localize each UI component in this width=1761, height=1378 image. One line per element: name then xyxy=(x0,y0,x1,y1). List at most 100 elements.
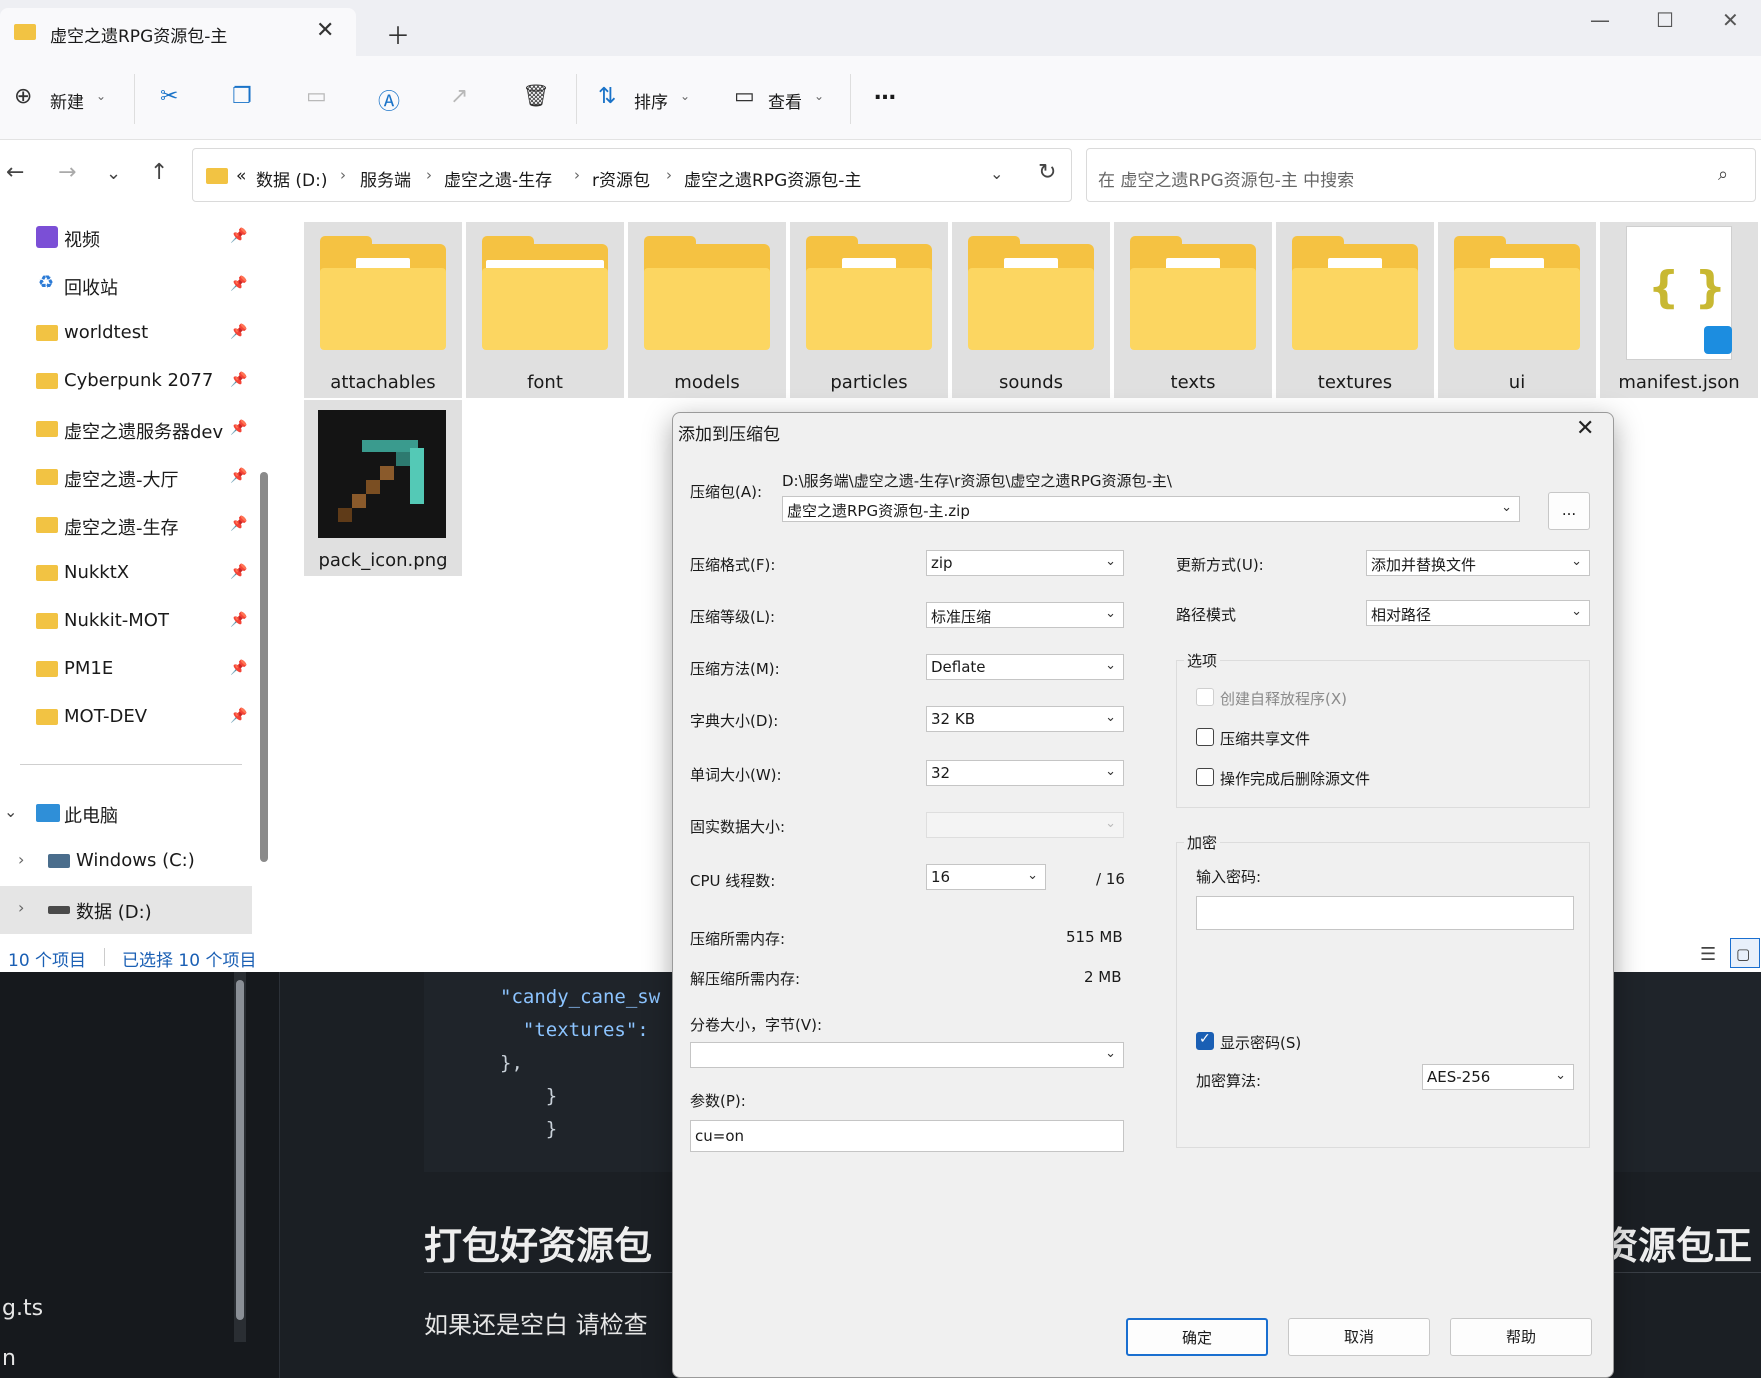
dictionary-dropdown[interactable]: 32 KB ⌄ xyxy=(926,706,1124,732)
sidebar-item-this-pc[interactable]: 此电脑 xyxy=(64,802,118,828)
copy-icon[interactable]: ❐ xyxy=(232,84,252,109)
address-dropdown-icon[interactable]: ⌄ xyxy=(990,164,1003,183)
file-tile-textures[interactable]: {} textures xyxy=(1276,222,1434,398)
file-tile-particles[interactable]: {} particles xyxy=(790,222,948,398)
pin-icon: 📌 xyxy=(230,324,248,340)
recent-locations-icon[interactable]: ⌄ xyxy=(106,163,121,184)
sidebar-item-pm1e[interactable]: PM1E 📌 xyxy=(0,646,252,692)
sidebar-item-drive-d[interactable]: 数据 (D:) xyxy=(76,898,152,924)
delete-after-checkbox[interactable] xyxy=(1196,768,1214,786)
sidebar-item-video[interactable]: 视频 📌 xyxy=(0,214,252,260)
back-arrow-icon[interactable]: ← xyxy=(6,160,24,185)
chevron-down-icon[interactable]: ⌄ xyxy=(96,89,106,103)
up-arrow-icon[interactable]: ↑ xyxy=(150,160,168,185)
forward-arrow-icon[interactable]: → xyxy=(58,160,76,185)
shared-files-checkbox[interactable] xyxy=(1196,728,1214,746)
breadcrumb-chevron-icon[interactable]: › xyxy=(426,166,432,184)
new-tab-icon[interactable]: ＋ xyxy=(386,16,410,51)
method-dropdown[interactable]: Deflate ⌄ xyxy=(926,654,1124,680)
file-tile-font[interactable]: font xyxy=(466,222,624,398)
cancel-button[interactable]: 取消 xyxy=(1288,1318,1430,1356)
file-tile-manifest[interactable]: { } manifest.json xyxy=(1600,222,1758,398)
archive-name-combo[interactable]: 虚空之遗RPG资源包-主.zip ⌄ xyxy=(782,496,1520,522)
file-tile-pack-icon[interactable]: pack_icon.png xyxy=(304,400,462,576)
breadcrumb-item[interactable]: 服务端 xyxy=(360,166,411,191)
paste-icon[interactable]: ▭ xyxy=(306,84,327,109)
sidebar-item-lobby[interactable]: 虚空之遗-大厅 📌 xyxy=(0,454,252,500)
recycle-bin-icon: ♻ xyxy=(38,272,55,293)
breadcrumb-item[interactable]: 虚空之遗RPG资源包-主 xyxy=(684,166,861,191)
sidebar-item-nukktx[interactable]: NukktX 📌 xyxy=(0,550,252,596)
sidebar-item-drive-c[interactable]: Windows (C:) xyxy=(76,850,195,871)
file-tile-models[interactable]: models xyxy=(628,222,786,398)
solid-block-dropdown[interactable]: ⌄ xyxy=(926,812,1124,838)
sidebar-item-nukkit-mot[interactable]: Nukkit-MOT 📌 xyxy=(0,598,252,644)
sfx-checkbox[interactable] xyxy=(1196,688,1214,706)
path-mode-dropdown[interactable]: 相对路径 ⌄ xyxy=(1366,600,1590,626)
details-view-icon[interactable]: ☰ xyxy=(1700,944,1716,965)
background-scrollbar-thumb[interactable] xyxy=(236,980,244,1320)
chevron-down-icon[interactable]: ⌄ xyxy=(680,89,690,103)
view-icon: ▭ xyxy=(734,84,755,109)
close-icon[interactable]: ✕ xyxy=(316,18,334,43)
nav-scrollbar-thumb[interactable] xyxy=(260,472,268,862)
window-close-icon[interactable]: ✕ xyxy=(1722,8,1739,32)
breadcrumb-overflow[interactable]: « xyxy=(236,166,246,186)
view-button[interactable]: 查看 xyxy=(768,88,802,113)
sidebar-item-survival[interactable]: 虚空之遗-生存 📌 xyxy=(0,502,252,548)
sidebar-item-worldtest[interactable]: worldtest 📌 xyxy=(0,310,252,356)
sidebar-item-cyberpunk[interactable]: Cyberpunk 2077 📌 xyxy=(0,358,252,404)
sidebar-item-recycle-bin[interactable]: ♻ 回收站 📌 xyxy=(0,262,252,308)
delete-icon[interactable]: 🗑 xyxy=(522,84,550,109)
refresh-icon[interactable]: ↻ xyxy=(1038,160,1056,185)
share-icon[interactable]: ↗ xyxy=(450,84,468,109)
sort-button[interactable]: 排序 xyxy=(634,88,668,113)
file-name: sounds xyxy=(998,372,1063,393)
encryption-method-dropdown[interactable]: AES-256 ⌄ xyxy=(1422,1064,1574,1090)
pin-icon: 📌 xyxy=(230,708,248,724)
level-value: 标准压缩 xyxy=(931,608,992,626)
breadcrumb-chevron-icon[interactable]: › xyxy=(666,166,672,184)
sidebar-item-server-dev[interactable]: 虚空之遗服务器dev 📌 xyxy=(0,406,252,452)
search-icon[interactable]: ⌕ xyxy=(1718,164,1728,185)
show-password-checkbox[interactable] xyxy=(1196,1031,1214,1050)
help-button[interactable]: 帮助 xyxy=(1450,1318,1592,1356)
cut-icon[interactable]: ✂ xyxy=(160,84,178,109)
maximize-icon[interactable]: ☐ xyxy=(1656,8,1674,32)
password-input[interactable] xyxy=(1196,896,1574,930)
ok-button[interactable]: 确定 xyxy=(1126,1318,1268,1356)
format-dropdown[interactable]: zip ⌄ xyxy=(926,550,1124,576)
breadcrumb-item[interactable]: 虚空之遗-生存 xyxy=(444,166,552,191)
browse-button[interactable]: ... xyxy=(1548,492,1590,530)
sidebar-item-label: 视频 xyxy=(64,230,100,251)
dialog-close-icon[interactable]: ✕ xyxy=(1576,416,1594,441)
breadcrumb-chevron-icon[interactable]: › xyxy=(574,166,580,184)
file-tile-sounds[interactable]: {} sounds xyxy=(952,222,1110,398)
code-line: "textures": xyxy=(500,1019,649,1041)
chevron-right-icon[interactable]: › xyxy=(18,850,24,869)
large-icons-view-icon: ▢ xyxy=(1736,945,1751,963)
breadcrumb-item[interactable]: r资源包 xyxy=(592,166,650,191)
parameters-input[interactable]: cu=on xyxy=(690,1120,1124,1152)
chevron-down-icon[interactable]: ⌄ xyxy=(814,89,824,103)
file-tile-texts[interactable]: texts xyxy=(1114,222,1272,398)
chevron-right-icon[interactable]: › xyxy=(18,898,24,917)
breadcrumb-item[interactable]: 数据 (D:) xyxy=(256,166,328,191)
pin-icon: 📌 xyxy=(230,516,248,532)
minimize-icon[interactable]: — xyxy=(1590,8,1610,32)
more-options-button[interactable]: … xyxy=(874,80,896,105)
new-button[interactable]: 新建 xyxy=(50,88,84,113)
pin-icon: 📌 xyxy=(230,612,248,628)
split-size-combo[interactable]: ⌄ xyxy=(690,1042,1124,1068)
file-tile-attachables[interactable]: {} attachables xyxy=(304,222,462,398)
breadcrumb-chevron-icon[interactable]: › xyxy=(340,166,346,184)
chevron-down-icon[interactable]: ⌄ xyxy=(4,802,17,821)
sidebar-item-mot-dev[interactable]: MOT-DEV 📌 xyxy=(0,694,252,740)
level-dropdown[interactable]: 标准压缩 ⌄ xyxy=(926,602,1124,628)
word-size-dropdown[interactable]: 32 ⌄ xyxy=(926,760,1124,786)
cpu-threads-value: 16 xyxy=(931,868,951,886)
file-tile-ui[interactable]: {} ui xyxy=(1438,222,1596,398)
rename-icon[interactable]: Ⓐ xyxy=(378,84,400,116)
cpu-threads-dropdown[interactable]: 16 ⌄ xyxy=(926,864,1046,890)
update-mode-dropdown[interactable]: 添加并替换文件 ⌄ xyxy=(1366,550,1590,576)
